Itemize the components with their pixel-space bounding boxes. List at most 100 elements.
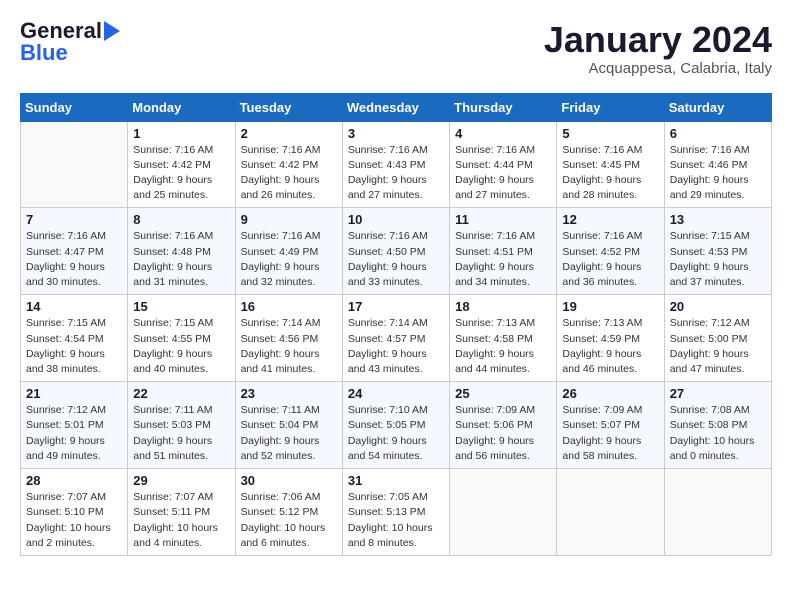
day-info: Sunrise: 7:12 AM Sunset: 5:01 PM Dayligh… xyxy=(26,403,122,464)
calendar-cell: 2 Sunrise: 7:16 AM Sunset: 4:42 PM Daylig… xyxy=(235,121,342,208)
calendar-cell: 7 Sunrise: 7:16 AM Sunset: 4:47 PM Daylig… xyxy=(21,208,128,295)
day-number: 16 xyxy=(241,299,337,314)
day-info: Sunrise: 7:13 AM Sunset: 4:58 PM Dayligh… xyxy=(455,316,551,377)
day-number: 31 xyxy=(348,473,444,488)
day-info: Sunrise: 7:14 AM Sunset: 4:57 PM Dayligh… xyxy=(348,316,444,377)
day-info: Sunrise: 7:15 AM Sunset: 4:55 PM Dayligh… xyxy=(133,316,229,377)
calendar-cell: 15 Sunrise: 7:15 AM Sunset: 4:55 PM Dayli… xyxy=(128,295,235,382)
calendar-week-row: 21 Sunrise: 7:12 AM Sunset: 5:01 PM Dayli… xyxy=(21,382,772,469)
day-number: 19 xyxy=(562,299,658,314)
day-number: 23 xyxy=(241,386,337,401)
calendar-week-row: 14 Sunrise: 7:15 AM Sunset: 4:54 PM Dayli… xyxy=(21,295,772,382)
day-info: Sunrise: 7:16 AM Sunset: 4:49 PM Dayligh… xyxy=(241,229,337,290)
day-info: Sunrise: 7:16 AM Sunset: 4:48 PM Dayligh… xyxy=(133,229,229,290)
calendar-cell: 13Sunrise: 7:15 AM Sunset: 4:53 PM Dayli… xyxy=(664,208,771,295)
day-info: Sunrise: 7:07 AM Sunset: 5:11 PM Dayligh… xyxy=(133,490,229,551)
day-number: 30 xyxy=(241,473,337,488)
day-number: 28 xyxy=(26,473,122,488)
logo: General Blue xyxy=(20,20,120,64)
calendar-cell: 18 Sunrise: 7:13 AM Sunset: 4:58 PM Dayli… xyxy=(450,295,557,382)
calendar-cell: 28 Sunrise: 7:07 AM Sunset: 5:10 PM Dayli… xyxy=(21,469,128,556)
calendar-cell: 20 Sunrise: 7:12 AM Sunset: 5:00 PM Dayli… xyxy=(664,295,771,382)
header-thursday: Thursday xyxy=(450,93,557,121)
day-info: Sunrise: 7:10 AM Sunset: 5:05 PM Dayligh… xyxy=(348,403,444,464)
calendar-cell: 5 Sunrise: 7:16 AM Sunset: 4:45 PM Daylig… xyxy=(557,121,664,208)
calendar-header-row: SundayMondayTuesdayWednesdayThursdayFrid… xyxy=(21,93,772,121)
day-info: Sunrise: 7:16 AM Sunset: 4:42 PM Dayligh… xyxy=(133,143,229,204)
day-info: Sunrise: 7:16 AM Sunset: 4:44 PM Dayligh… xyxy=(455,143,551,204)
day-info: Sunrise: 7:13 AM Sunset: 4:59 PM Dayligh… xyxy=(562,316,658,377)
day-number: 27 xyxy=(670,386,766,401)
day-info: Sunrise: 7:09 AM Sunset: 5:06 PM Dayligh… xyxy=(455,403,551,464)
day-number: 13 xyxy=(670,212,766,227)
day-info: Sunrise: 7:16 AM Sunset: 4:51 PM Dayligh… xyxy=(455,229,551,290)
calendar-cell: 23 Sunrise: 7:11 AM Sunset: 5:04 PM Dayli… xyxy=(235,382,342,469)
day-info: Sunrise: 7:16 AM Sunset: 4:46 PM Dayligh… xyxy=(670,143,766,204)
day-info: Sunrise: 7:07 AM Sunset: 5:10 PM Dayligh… xyxy=(26,490,122,551)
calendar-cell: 31Sunrise: 7:05 AM Sunset: 5:13 PM Dayli… xyxy=(342,469,449,556)
calendar-week-row: 7 Sunrise: 7:16 AM Sunset: 4:47 PM Daylig… xyxy=(21,208,772,295)
calendar-cell: 24Sunrise: 7:10 AM Sunset: 5:05 PM Dayli… xyxy=(342,382,449,469)
calendar-cell: 4 Sunrise: 7:16 AM Sunset: 4:44 PM Daylig… xyxy=(450,121,557,208)
day-info: Sunrise: 7:11 AM Sunset: 5:04 PM Dayligh… xyxy=(241,403,337,464)
day-info: Sunrise: 7:16 AM Sunset: 4:47 PM Dayligh… xyxy=(26,229,122,290)
day-number: 20 xyxy=(670,299,766,314)
calendar-cell: 30 Sunrise: 7:06 AM Sunset: 5:12 PM Dayli… xyxy=(235,469,342,556)
day-info: Sunrise: 7:06 AM Sunset: 5:12 PM Dayligh… xyxy=(241,490,337,551)
day-number: 18 xyxy=(455,299,551,314)
header-monday: Monday xyxy=(128,93,235,121)
calendar-table: SundayMondayTuesdayWednesdayThursdayFrid… xyxy=(20,93,772,556)
calendar-cell: 29Sunrise: 7:07 AM Sunset: 5:11 PM Dayli… xyxy=(128,469,235,556)
day-number: 6 xyxy=(670,126,766,141)
day-number: 25 xyxy=(455,386,551,401)
day-info: Sunrise: 7:16 AM Sunset: 4:50 PM Dayligh… xyxy=(348,229,444,290)
day-info: Sunrise: 7:09 AM Sunset: 5:07 PM Dayligh… xyxy=(562,403,658,464)
calendar-cell xyxy=(664,469,771,556)
day-number: 8 xyxy=(133,212,229,227)
day-number: 17 xyxy=(348,299,444,314)
day-number: 21 xyxy=(26,386,122,401)
day-number: 1 xyxy=(133,126,229,141)
calendar-cell: 17 Sunrise: 7:14 AM Sunset: 4:57 PM Dayli… xyxy=(342,295,449,382)
day-number: 12 xyxy=(562,212,658,227)
day-number: 5 xyxy=(562,126,658,141)
header-tuesday: Tuesday xyxy=(235,93,342,121)
day-number: 26 xyxy=(562,386,658,401)
day-number: 2 xyxy=(241,126,337,141)
header-saturday: Saturday xyxy=(664,93,771,121)
day-info: Sunrise: 7:14 AM Sunset: 4:56 PM Dayligh… xyxy=(241,316,337,377)
calendar-cell: 12 Sunrise: 7:16 AM Sunset: 4:52 PM Dayli… xyxy=(557,208,664,295)
day-number: 3 xyxy=(348,126,444,141)
day-info: Sunrise: 7:11 AM Sunset: 5:03 PM Dayligh… xyxy=(133,403,229,464)
day-number: 7 xyxy=(26,212,122,227)
logo-line1: General xyxy=(20,20,120,42)
day-info: Sunrise: 7:12 AM Sunset: 5:00 PM Dayligh… xyxy=(670,316,766,377)
day-number: 4 xyxy=(455,126,551,141)
calendar-cell: 27 Sunrise: 7:08 AM Sunset: 5:08 PM Dayli… xyxy=(664,382,771,469)
header-friday: Friday xyxy=(557,93,664,121)
day-info: Sunrise: 7:08 AM Sunset: 5:08 PM Dayligh… xyxy=(670,403,766,464)
calendar-week-row: 28 Sunrise: 7:07 AM Sunset: 5:10 PM Dayli… xyxy=(21,469,772,556)
header-sunday: Sunday xyxy=(21,93,128,121)
calendar-cell: 10Sunrise: 7:16 AM Sunset: 4:50 PM Dayli… xyxy=(342,208,449,295)
logo-arrow-icon xyxy=(104,21,120,41)
calendar-cell: 19 Sunrise: 7:13 AM Sunset: 4:59 PM Dayli… xyxy=(557,295,664,382)
calendar-cell: 22Sunrise: 7:11 AM Sunset: 5:03 PM Dayli… xyxy=(128,382,235,469)
day-info: Sunrise: 7:16 AM Sunset: 4:52 PM Dayligh… xyxy=(562,229,658,290)
calendar-cell: 8 Sunrise: 7:16 AM Sunset: 4:48 PM Daylig… xyxy=(128,208,235,295)
month-title: January 2024 xyxy=(544,20,772,60)
day-number: 9 xyxy=(241,212,337,227)
calendar-cell xyxy=(557,469,664,556)
calendar-cell: 1 Sunrise: 7:16 AM Sunset: 4:42 PM Daylig… xyxy=(128,121,235,208)
calendar-cell: 14 Sunrise: 7:15 AM Sunset: 4:54 PM Dayli… xyxy=(21,295,128,382)
header-wednesday: Wednesday xyxy=(342,93,449,121)
day-info: Sunrise: 7:16 AM Sunset: 4:45 PM Dayligh… xyxy=(562,143,658,204)
calendar-cell: 26 Sunrise: 7:09 AM Sunset: 5:07 PM Dayli… xyxy=(557,382,664,469)
day-number: 14 xyxy=(26,299,122,314)
day-number: 15 xyxy=(133,299,229,314)
calendar-cell: 6 Sunrise: 7:16 AM Sunset: 4:46 PM Daylig… xyxy=(664,121,771,208)
day-info: Sunrise: 7:16 AM Sunset: 4:42 PM Dayligh… xyxy=(241,143,337,204)
day-info: Sunrise: 7:16 AM Sunset: 4:43 PM Dayligh… xyxy=(348,143,444,204)
day-info: Sunrise: 7:15 AM Sunset: 4:54 PM Dayligh… xyxy=(26,316,122,377)
logo-general-text: General xyxy=(20,20,102,42)
